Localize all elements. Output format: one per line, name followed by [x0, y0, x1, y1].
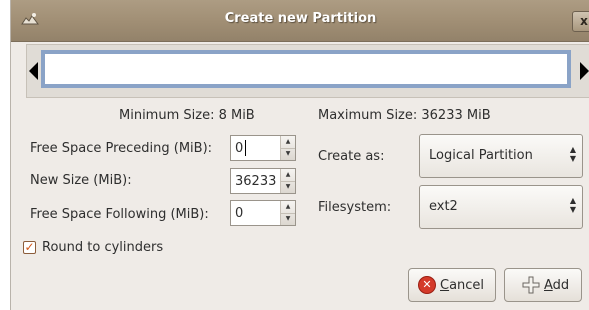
decrement-icon[interactable]: ▼ — [281, 181, 295, 193]
maximum-size-label: Maximum Size: 36233 MiB — [318, 108, 491, 123]
text-cursor — [245, 140, 246, 156]
decrement-icon[interactable]: ▼ — [281, 148, 295, 160]
filesystem-selected: ext2 — [429, 199, 458, 214]
create-as-selected: Logical Partition — [429, 148, 533, 163]
partition-graph — [26, 44, 589, 98]
free-space-following-label: Free Space Following (MiB): — [30, 207, 209, 222]
triangle-right-icon[interactable] — [580, 62, 589, 80]
new-size-value[interactable]: 36233 — [235, 174, 276, 189]
new-size-spinbutton[interactable]: 36233 ▲ ▼ — [230, 168, 296, 194]
free-space-following-spinbutton[interactable]: 0 ▲ ▼ — [230, 200, 296, 226]
free-space-following-value[interactable]: 0 — [235, 206, 243, 221]
titlebar[interactable]: Create new Partition x — [11, 0, 589, 42]
minimum-size-label: Minimum Size: 8 MiB — [119, 108, 255, 123]
add-icon — [522, 276, 540, 294]
new-size-label: New Size (MiB): — [30, 173, 132, 188]
close-button[interactable]: x — [572, 11, 589, 32]
partition-resize-bar[interactable] — [41, 50, 571, 88]
round-to-cylinders-label[interactable]: Round to cylinders — [42, 240, 163, 255]
free-space-preceding-label: Free Space Preceding (MiB): — [30, 141, 213, 156]
triangle-left-icon[interactable] — [29, 62, 38, 80]
filesystem-combobox[interactable]: ext2 ▲ ▼ — [419, 185, 583, 229]
add-button[interactable]: Add — [504, 268, 582, 302]
decrement-icon[interactable]: ▼ — [281, 213, 295, 225]
combo-arrows-icon: ▲ ▼ — [569, 196, 576, 214]
window-title: Create new Partition — [224, 11, 377, 26]
create-as-combobox[interactable]: Logical Partition ▲ ▼ — [419, 134, 583, 178]
cancel-button-label: Cancel — [440, 278, 485, 293]
round-to-cylinders-checkbox[interactable]: ✓ — [23, 241, 36, 254]
free-space-preceding-value[interactable]: 0 — [235, 141, 243, 156]
create-partition-dialog: Create new Partition x Minimum Size: 8 M… — [10, 0, 589, 310]
free-space-preceding-spinbutton[interactable]: 0 ▲ ▼ — [230, 135, 296, 161]
combo-arrows-icon: ▲ ▼ — [569, 145, 576, 163]
create-as-label: Create as: — [318, 149, 385, 164]
add-button-label: Add — [544, 278, 570, 293]
cancel-icon: ✕ — [418, 276, 436, 294]
cancel-button[interactable]: ✕ Cancel — [408, 268, 496, 302]
filesystem-label: Filesystem: — [318, 200, 392, 215]
